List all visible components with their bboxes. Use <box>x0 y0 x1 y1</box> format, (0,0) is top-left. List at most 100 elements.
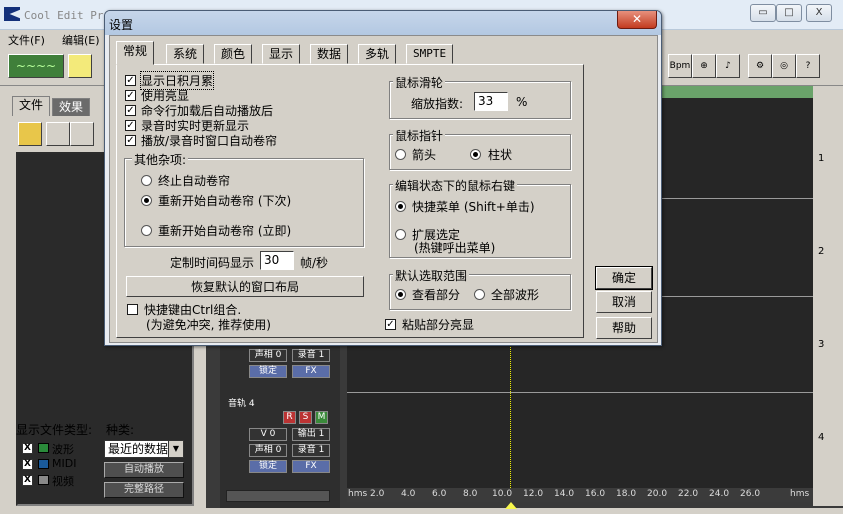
range-view-radio[interactable] <box>395 289 406 300</box>
tab-data[interactable]: 数据 <box>310 44 349 64</box>
ctrl-shortcut-checkbox[interactable] <box>127 304 138 315</box>
waveform-type-label: 波形 <box>52 443 74 456</box>
track-divider <box>347 392 813 393</box>
paste-highlight-checkbox[interactable]: ✓ <box>385 319 396 330</box>
auto-scroll-checkbox[interactable]: ✓ <box>125 135 136 146</box>
timecode-unit: 帧/秒 <box>300 256 329 270</box>
playhead-marker-icon[interactable] <box>505 502 517 509</box>
auto-play-button[interactable]: 自动播放 <box>104 462 184 478</box>
tab-display[interactable]: 显示 <box>262 44 301 64</box>
category-label: 种类: <box>106 423 135 437</box>
track3-pan[interactable]: 声相 0 <box>249 349 287 362</box>
tab-general[interactable]: 常规 <box>116 41 155 65</box>
track4-record-button[interactable]: R <box>283 411 296 424</box>
track4-mute-button[interactable]: M <box>315 411 328 424</box>
help-icon[interactable]: ? <box>796 54 820 78</box>
track4-fx[interactable]: FX <box>292 460 330 473</box>
waveform-type-checkbox[interactable]: X <box>22 443 33 454</box>
restart-next-radio[interactable] <box>141 195 152 206</box>
tab-colors[interactable]: 颜色 <box>214 44 253 64</box>
track3-lock[interactable]: 锁定 <box>249 365 287 378</box>
extend-selection-radio[interactable] <box>395 229 406 240</box>
ruler-label: 6.0 <box>432 489 447 499</box>
insert-icon[interactable] <box>70 122 94 146</box>
zoom-icon[interactable]: ⊕ <box>692 54 716 78</box>
close-file-icon[interactable] <box>46 122 70 146</box>
track4-lock[interactable]: 锁定 <box>249 460 287 473</box>
ruler-label: 26.0 <box>740 489 761 499</box>
bpm-icon[interactable]: Bpm <box>668 54 692 78</box>
file-type-label: 显示文件类型: <box>16 423 93 437</box>
menu-file[interactable]: 文件(F) <box>8 32 45 48</box>
range-whole-radio[interactable] <box>474 289 485 300</box>
autoplay-commandline-checkbox[interactable]: ✓ <box>125 105 136 116</box>
track-number: 1 <box>818 153 825 164</box>
timecode-input[interactable]: 30 <box>260 251 294 270</box>
category-value: 最近的数据 <box>108 442 169 456</box>
video-type-label: 视频 <box>52 475 74 488</box>
auto-scroll-label: 播放/录音时窗口自动卷帘 <box>141 134 278 148</box>
open-folder-icon[interactable] <box>18 122 42 146</box>
video-type-checkbox[interactable]: X <box>22 475 33 486</box>
pointer-arrow-radio[interactable] <box>395 149 406 160</box>
track3-rec[interactable]: 录音 1 <box>292 349 330 362</box>
timecode-label: 定制时间码显示 <box>170 256 255 270</box>
stop-autoscroll-radio[interactable] <box>141 175 152 186</box>
tab-system[interactable]: 系统 <box>166 44 205 64</box>
restart-next-label: 重新开始自动卷帘 (下次) <box>158 194 292 208</box>
shortcut-menu-label: 快捷菜单 (Shift+单击) <box>412 200 535 214</box>
live-update-checkbox[interactable]: ✓ <box>125 120 136 131</box>
category-select[interactable]: 最近的数据 ▼ <box>104 440 184 458</box>
maximize-icon[interactable]: □ <box>776 4 802 22</box>
zoom-input[interactable]: 33 <box>474 92 508 111</box>
ok-button[interactable]: 确定 <box>595 266 653 290</box>
shortcut-menu-radio[interactable] <box>395 201 406 212</box>
restart-now-radio[interactable] <box>141 225 152 236</box>
track4-rec[interactable]: 录音 1 <box>292 444 330 457</box>
restore-layout-button[interactable]: 恢复默认的窗口布局 <box>126 276 364 297</box>
mouse-wheel-group-title: 鼠标滑轮 <box>393 74 446 91</box>
ruler-label: 20.0 <box>647 489 668 499</box>
use-highlight-checkbox[interactable]: ✓ <box>125 90 136 101</box>
waveform-view-icon[interactable]: ~~~~ <box>8 54 64 78</box>
cd-icon[interactable]: ◎ <box>772 54 796 78</box>
ruler-label: 4.0 <box>401 489 416 499</box>
pointer-bar-radio[interactable] <box>470 149 481 160</box>
help-button[interactable]: 帮助 <box>596 317 652 339</box>
tab-multitrack[interactable]: 多轨 <box>358 44 397 64</box>
midi-type-checkbox[interactable]: X <box>22 459 33 470</box>
zoom-unit: % <box>516 95 528 109</box>
track-number: 4 <box>818 432 825 443</box>
track-scrollbar[interactable] <box>226 490 330 502</box>
track4-output[interactable]: 输出 1 <box>292 428 330 441</box>
chevron-down-icon[interactable]: ▼ <box>168 441 183 457</box>
ctrl-shortcut-note: (为避免冲突, 推荐使用) <box>146 318 271 332</box>
track4-solo-button[interactable]: S <box>299 411 312 424</box>
waveform-icon <box>38 443 49 453</box>
dialog-titlebar[interactable]: 设置 ✕ <box>105 11 661 35</box>
track4-pan[interactable]: 声相 0 <box>249 444 287 457</box>
metronome-icon[interactable]: ♪ <box>716 54 740 78</box>
dialog-close-button[interactable]: ✕ <box>617 11 657 29</box>
settings-icon[interactable]: ⚙ <box>748 54 772 78</box>
full-path-button[interactable]: 完整路径 <box>104 482 184 498</box>
app-logo-icon <box>4 7 20 21</box>
tab-smpte[interactable]: SMPTE <box>406 44 454 64</box>
cancel-button[interactable]: 取消 <box>596 291 652 313</box>
close-icon[interactable]: X <box>806 4 832 22</box>
stop-autoscroll-label: 终止自动卷帘 <box>158 174 231 188</box>
track4-volume[interactable]: V 0 <box>249 428 287 441</box>
time-ruler[interactable]: hms 2.0 4.0 6.0 8.0 10.0 12.0 14.0 16.0 … <box>347 488 813 502</box>
show-tips-checkbox[interactable]: ✓ <box>125 75 136 86</box>
tab-files[interactable]: 文件 <box>12 96 51 116</box>
ruler-label: 12.0 <box>523 489 544 499</box>
zoom-label: 缩放指数: <box>411 97 464 111</box>
tab-effects[interactable]: 效果 <box>52 98 91 116</box>
right-click-group-title: 编辑状态下的鼠标右键 <box>393 177 518 194</box>
range-whole-label: 全部波形 <box>491 288 540 302</box>
menu-edit[interactable]: 编辑(E) <box>62 32 100 48</box>
minimize-icon[interactable]: ▭ <box>750 4 776 22</box>
new-file-icon[interactable] <box>68 54 92 78</box>
track3-fx[interactable]: FX <box>292 365 330 378</box>
ruler-label: 24.0 <box>709 489 730 499</box>
